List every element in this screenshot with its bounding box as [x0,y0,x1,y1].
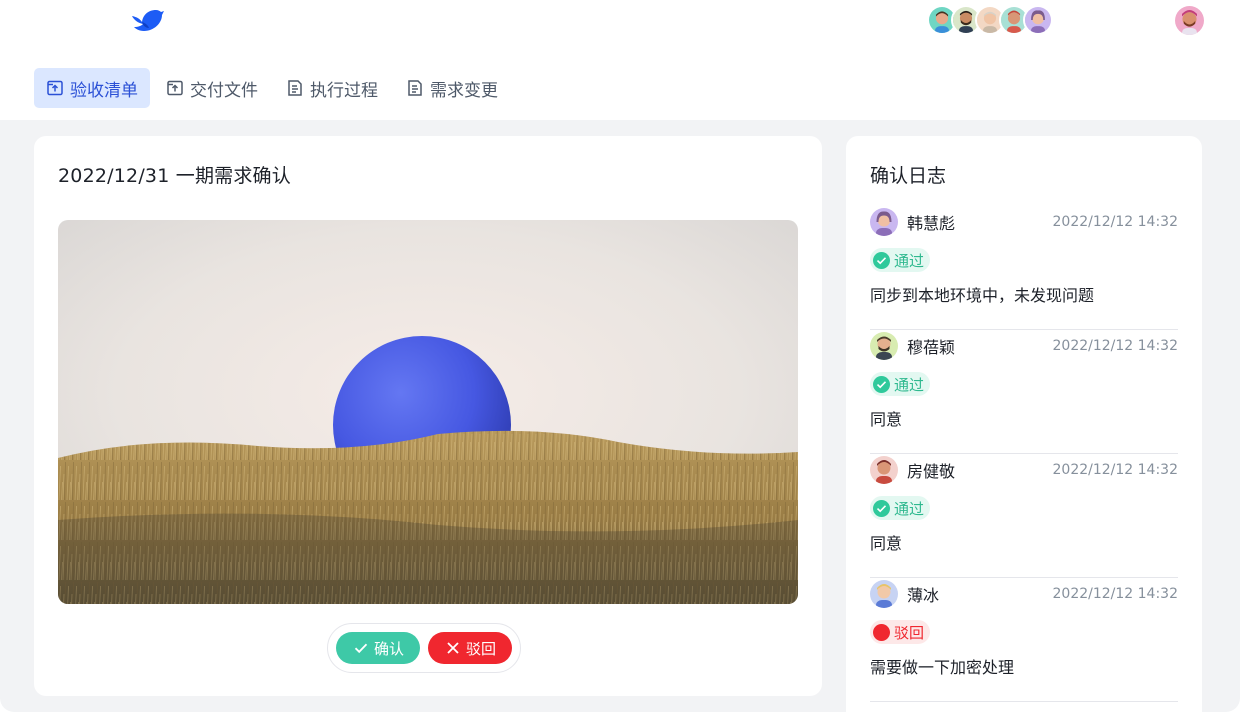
confirm-button[interactable]: 确认 [336,632,421,664]
tab-label: 需求变更 [430,80,498,101]
avatar [870,456,898,484]
status-badge: 通过 [870,496,931,520]
log-comment: 同意 [870,410,903,429]
avatar [870,580,898,608]
log-comment: 需要做一下加密处理 [870,658,1015,677]
log-title: 确认日志 [870,165,947,187]
log-user-name: 韩慧彪 [907,214,956,233]
log-timestamp: 2022/12/12 14:32 [1052,214,1179,230]
user-avatar[interactable] [1173,4,1206,37]
bird-logo-icon[interactable] [128,4,164,34]
log-entry-header: 房健敬 2022/12/12 14:32 [870,456,1178,484]
tab-acceptance-list[interactable]: 验收清单 [34,68,150,108]
upload-file-icon [47,80,63,96]
log-user-name: 穆蓓颖 [907,338,956,357]
log-timestamp: 2022/12/12 14:32 [1052,462,1179,478]
status-badge: 通过 [870,248,931,272]
avatar [1023,5,1053,35]
log-entry-header: 韩慧彪 2022/12/12 14:32 [870,208,1178,236]
status-label: 通过 [894,251,925,270]
log-comment: 同步到本地环境中，未发现问题 [870,286,1095,305]
log-user-name: 房健敬 [907,462,956,481]
document-icon [288,80,302,96]
member-avatar-group[interactable] [927,5,1053,35]
reject-button-label: 驳回 [466,639,497,658]
log-entry: 房健敬 2022/12/12 14:32 通过 同意 [870,454,1178,578]
page-title: 2022/12/31 一期需求确认 [58,165,291,187]
preview-image[interactable] [58,220,798,604]
tab-delivery-files[interactable]: 交付文件 [154,68,270,108]
log-entry: 韩慧彪 2022/12/12 14:32 通过 同步到本地环境中，未发现问题 [870,206,1178,330]
close-icon [447,642,459,654]
log-timestamp: 2022/12/12 14:32 [1052,586,1179,602]
check-icon [354,643,368,654]
confirmation-log-panel: 确认日志 韩慧彪 2022/12/12 14:32 通过 同步到本地环境中，未发… [846,136,1202,726]
log-entry-header: 穆蓓颖 2022/12/12 14:32 [870,332,1178,360]
status-badge: 驳回 [870,620,931,644]
avatar [870,332,898,360]
check-circle-icon [873,375,890,393]
tab-bar: 验收清单 交付文件 执行过程 需求变更 [34,68,514,108]
log-list: 韩慧彪 2022/12/12 14:32 通过 同步到本地环境中，未发现问题 穆… [870,206,1178,702]
log-entry: 薄冰 2022/12/12 14:32 驳回 需要做一下加密处理 [870,578,1178,702]
log-user-name: 薄冰 [907,586,940,605]
confirm-button-label: 确认 [374,639,405,658]
upload-file-icon [167,80,183,96]
status-label: 通过 [894,499,925,518]
log-timestamp: 2022/12/12 14:32 [1052,338,1179,354]
status-badge: 通过 [870,372,931,396]
document-icon [408,80,422,96]
tab-execution-process[interactable]: 执行过程 [274,68,390,108]
check-circle-icon [873,499,890,517]
tab-label: 执行过程 [310,80,378,101]
top-bar [0,0,1240,40]
tab-label: 交付文件 [190,80,258,101]
reject-button[interactable]: 驳回 [428,632,513,664]
tab-requirement-change[interactable]: 需求变更 [394,68,510,108]
status-label: 驳回 [894,623,925,642]
requirement-card: 2022/12/31 一期需求确认 确认 驳回 [34,136,822,696]
status-label: 通过 [894,375,925,394]
review-action-group: 确认 驳回 [327,623,522,673]
check-circle-icon [873,251,890,269]
log-comment: 同意 [870,534,903,553]
tab-label: 验收清单 [70,80,138,101]
log-entry: 穆蓓颖 2022/12/12 14:32 通过 同意 [870,330,1178,454]
avatar [870,208,898,236]
log-entry-header: 薄冰 2022/12/12 14:32 [870,580,1178,608]
error-dot-icon [873,623,890,641]
